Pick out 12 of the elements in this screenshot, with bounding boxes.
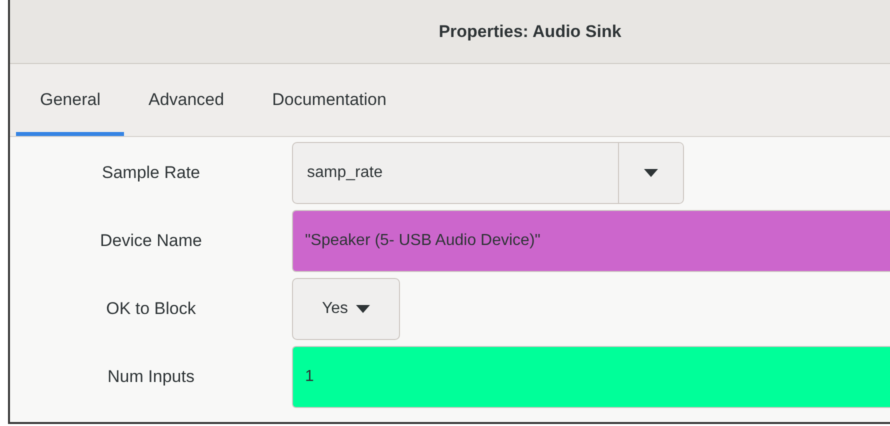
input-field[interactable]: "Speaker (5- USB Audio Device)" [292,210,890,272]
dropdown-button[interactable]: Yes [292,278,400,340]
field-label: Device Name [98,231,204,251]
caret-icon [356,305,370,313]
field-label: OK to Block [105,299,197,319]
tab[interactable]: Advanced [124,68,248,136]
tab[interactable]: Documentation [248,68,410,136]
caret-icon [644,169,658,177]
field-label: Sample Rate [100,163,202,183]
input-field[interactable]: 1 [292,346,890,408]
window-title: Properties: Audio Sink [438,22,622,42]
field-label: Num Inputs [106,367,196,387]
